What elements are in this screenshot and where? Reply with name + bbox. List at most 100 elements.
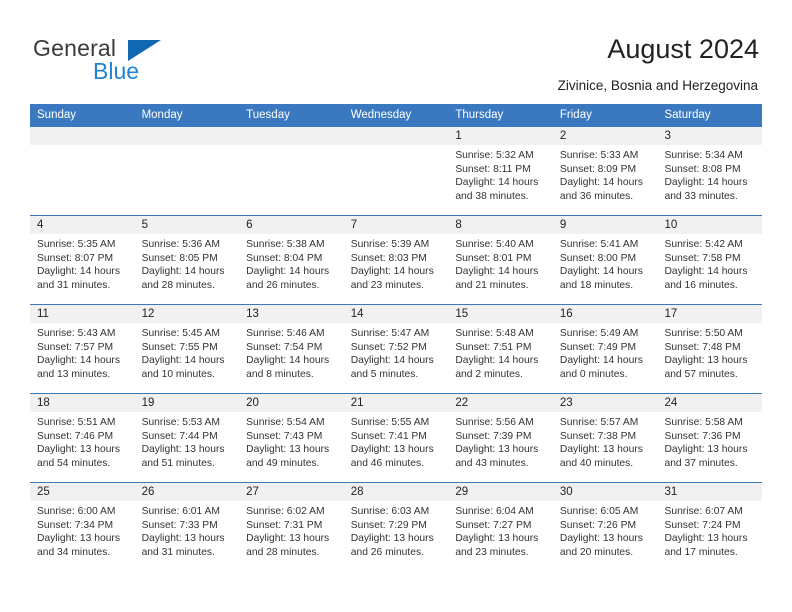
general-blue-logo[interactable]: General Blue [33,35,243,85]
day-cell[interactable]: 10 Sunrise: 5:42 AM Sunset: 7:58 PM Dayl… [657,216,763,304]
daylight-text: Daylight: 13 hours and 26 minutes. [350,533,434,558]
day-cell[interactable] [239,127,344,215]
weekday-header-wednesday: Wednesday [350,109,412,121]
day-details: Sunrise: 5:54 AM Sunset: 7:43 PM Dayligh… [239,412,344,470]
sunrise-text: Sunrise: 5:32 AM [455,150,534,161]
day-cell[interactable]: 9 Sunrise: 5:41 AM Sunset: 8:00 PM Dayli… [552,216,658,304]
sunrise-text: Sunrise: 5:49 AM [559,328,639,339]
day-cell[interactable]: 18 Sunrise: 5:51 AM Sunset: 7:46 PM Dayl… [30,394,135,482]
sunset-text: Sunset: 7:26 PM [559,519,637,531]
day-details: Sunrise: 5:35 AM Sunset: 8:07 PM Dayligh… [30,234,135,292]
day-cell[interactable]: 15 Sunrise: 5:48 AM Sunset: 7:51 PM Dayl… [448,305,553,393]
daylight-text: Daylight: 14 hours and 8 minutes. [246,355,330,380]
day-number: 23 [552,394,658,412]
day-cell[interactable]: 1 Sunrise: 5:32 AM Sunset: 8:11 PM Dayli… [448,127,553,215]
day-cell[interactable]: 4 Sunrise: 5:35 AM Sunset: 8:07 PM Dayli… [30,216,135,304]
day-cell[interactable]: 25 Sunrise: 6:00 AM Sunset: 7:34 PM Dayl… [30,483,135,571]
weekday-header-tuesday: Tuesday [246,109,290,121]
day-cell[interactable]: 28 Sunrise: 6:03 AM Sunset: 7:29 PM Dayl… [343,483,449,571]
day-cell[interactable]: 3 Sunrise: 5:34 AM Sunset: 8:08 PM Dayli… [657,127,763,215]
day-cell[interactable]: 19 Sunrise: 5:53 AM Sunset: 7:44 PM Dayl… [134,394,240,482]
day-number: 9 [552,216,658,234]
day-cell[interactable]: 30 Sunrise: 6:05 AM Sunset: 7:26 PM Dayl… [552,483,658,571]
sunset-text: Sunset: 7:49 PM [559,341,637,353]
day-cell[interactable]: 17 Sunrise: 5:50 AM Sunset: 7:48 PM Dayl… [657,305,763,393]
sunset-text: Sunset: 7:27 PM [455,519,532,531]
week-row: 1 Sunrise: 5:32 AM Sunset: 8:11 PM Dayli… [30,126,763,215]
day-details: Sunrise: 5:58 AM Sunset: 7:36 PM Dayligh… [657,412,762,470]
day-cell[interactable]: 12 Sunrise: 5:45 AM Sunset: 7:55 PM Dayl… [134,305,240,393]
sunset-text: Sunset: 7:34 PM [37,519,114,531]
day-cell[interactable] [343,127,449,215]
sunrise-text: Sunrise: 5:51 AM [37,417,116,428]
sunrise-text: Sunrise: 5:58 AM [664,417,743,428]
sunrise-text: Sunrise: 5:39 AM [350,239,430,250]
sunrise-text: Sunrise: 6:00 AM [37,506,116,517]
sunrise-text: Sunrise: 5:40 AM [455,239,534,250]
day-details: Sunrise: 5:41 AM Sunset: 8:00 PM Dayligh… [553,234,658,292]
day-cell[interactable]: 14 Sunrise: 5:47 AM Sunset: 7:52 PM Dayl… [343,305,449,393]
day-details: Sunrise: 5:43 AM Sunset: 7:57 PM Dayligh… [30,323,135,381]
day-cell[interactable]: 16 Sunrise: 5:49 AM Sunset: 7:49 PM Dayl… [552,305,658,393]
day-cell[interactable]: 29 Sunrise: 6:04 AM Sunset: 7:27 PM Dayl… [448,483,553,571]
day-details: Sunrise: 5:50 AM Sunset: 7:48 PM Dayligh… [657,323,762,381]
day-cell[interactable]: 21 Sunrise: 5:55 AM Sunset: 7:41 PM Dayl… [343,394,449,482]
day-details: Sunrise: 5:53 AM Sunset: 7:44 PM Dayligh… [135,412,240,470]
sunrise-text: Sunrise: 6:02 AM [246,506,325,517]
day-details: Sunrise: 5:40 AM Sunset: 8:01 PM Dayligh… [448,234,553,292]
day-number: 27 [239,483,344,501]
day-cell[interactable]: 5 Sunrise: 5:36 AM Sunset: 8:05 PM Dayli… [134,216,240,304]
day-number: 14 [343,305,449,323]
day-details: Sunrise: 6:03 AM Sunset: 7:29 PM Dayligh… [344,501,449,559]
day-cell[interactable]: 23 Sunrise: 5:57 AM Sunset: 7:38 PM Dayl… [552,394,658,482]
sunset-text: Sunset: 7:44 PM [141,430,218,442]
sunrise-text: Sunrise: 5:45 AM [141,328,220,339]
daylight-text: Daylight: 13 hours and 51 minutes. [141,444,225,469]
day-cell[interactable] [134,127,240,215]
day-cell[interactable]: 7 Sunrise: 5:39 AM Sunset: 8:03 PM Dayli… [343,216,449,304]
day-details: Sunrise: 6:02 AM Sunset: 7:31 PM Dayligh… [239,501,344,559]
day-number: 1 [448,127,553,145]
day-cell[interactable]: 8 Sunrise: 5:40 AM Sunset: 8:01 PM Dayli… [448,216,553,304]
day-cell[interactable] [30,127,135,215]
day-number [343,127,449,145]
day-number: 19 [134,394,240,412]
day-details: Sunrise: 5:34 AM Sunset: 8:08 PM Dayligh… [657,145,762,203]
sunset-text: Sunset: 7:48 PM [664,341,741,353]
day-details: Sunrise: 5:45 AM Sunset: 7:55 PM Dayligh… [135,323,240,381]
page-subtitle: Zivinice, Bosnia and Herzegovina [557,78,758,93]
day-cell[interactable]: 13 Sunrise: 5:46 AM Sunset: 7:54 PM Dayl… [239,305,344,393]
day-details: Sunrise: 6:00 AM Sunset: 7:34 PM Dayligh… [30,501,135,559]
daylight-text: Daylight: 14 hours and 16 minutes. [664,266,748,291]
sunset-text: Sunset: 8:04 PM [246,252,323,264]
day-details: Sunrise: 5:51 AM Sunset: 7:46 PM Dayligh… [30,412,135,470]
day-number: 12 [134,305,240,323]
sunset-text: Sunset: 7:31 PM [246,519,323,531]
day-cell[interactable]: 26 Sunrise: 6:01 AM Sunset: 7:33 PM Dayl… [134,483,240,571]
sunset-text: Sunset: 7:39 PM [455,430,532,442]
day-cell[interactable]: 27 Sunrise: 6:02 AM Sunset: 7:31 PM Dayl… [239,483,344,571]
sunrise-text: Sunrise: 5:56 AM [455,417,534,428]
sunrise-text: Sunrise: 5:48 AM [455,328,534,339]
day-cell[interactable]: 2 Sunrise: 5:33 AM Sunset: 8:09 PM Dayli… [552,127,658,215]
sunrise-text: Sunrise: 6:04 AM [455,506,534,517]
day-number: 26 [134,483,240,501]
day-number: 17 [657,305,763,323]
daylight-text: Daylight: 13 hours and 20 minutes. [559,533,643,558]
sunrise-text: Sunrise: 5:42 AM [664,239,743,250]
daylight-text: Daylight: 13 hours and 43 minutes. [455,444,539,469]
daylight-text: Daylight: 13 hours and 31 minutes. [141,533,225,558]
day-cell[interactable]: 20 Sunrise: 5:54 AM Sunset: 7:43 PM Dayl… [239,394,344,482]
day-cell[interactable]: 31 Sunrise: 6:07 AM Sunset: 7:24 PM Dayl… [657,483,763,571]
day-details: Sunrise: 5:47 AM Sunset: 7:52 PM Dayligh… [344,323,449,381]
day-cell[interactable]: 22 Sunrise: 5:56 AM Sunset: 7:39 PM Dayl… [448,394,553,482]
day-cell[interactable]: 11 Sunrise: 5:43 AM Sunset: 7:57 PM Dayl… [30,305,135,393]
sunset-text: Sunset: 8:09 PM [559,163,637,175]
sunset-text: Sunset: 7:41 PM [350,430,427,442]
day-cell[interactable]: 6 Sunrise: 5:38 AM Sunset: 8:04 PM Dayli… [239,216,344,304]
day-number: 21 [343,394,449,412]
day-cell[interactable]: 24 Sunrise: 5:58 AM Sunset: 7:36 PM Dayl… [657,394,763,482]
sunrise-text: Sunrise: 5:35 AM [37,239,116,250]
daylight-text: Daylight: 14 hours and 21 minutes. [455,266,539,291]
day-number: 25 [30,483,135,501]
